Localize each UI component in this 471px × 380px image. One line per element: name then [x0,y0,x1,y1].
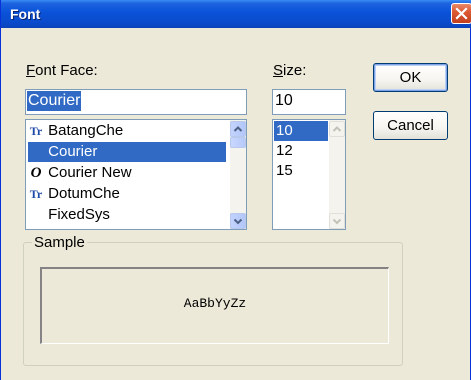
font-face-label: Font Face: [26,62,98,79]
window-title: Font [10,6,41,22]
truetype-icon: Tr [29,187,43,201]
cancel-button[interactable]: Cancel [373,111,448,140]
size-input-value: 10 [275,92,293,109]
size-label: Size: [273,62,307,79]
font-face-option-label: Courier [44,143,98,160]
size-scrollbar[interactable] [329,120,345,229]
close-button[interactable] [451,3,471,24]
font-face-option-label: DotumChe [44,185,120,202]
size-option[interactable]: 12 [274,141,293,161]
scroll-up-button[interactable] [329,121,345,137]
font-face-option[interactable]: FixedSys [28,205,110,225]
chevron-down-icon [233,218,243,225]
font-face-option-label: BatangChe [44,122,124,139]
chevron-up-icon [332,126,342,132]
font-face-option[interactable]: Tr BatangChe [28,121,123,141]
font-face-option[interactable]: Courier [28,142,226,162]
title-bar[interactable]: Font [1,0,471,28]
scroll-up-button[interactable] [230,121,246,137]
chevron-up-icon [233,126,243,132]
font-face-option-label: FixedSys [44,206,110,223]
close-icon [455,7,468,20]
font-dialog: Font Font Face: Courier Tr BatangChe Cou… [0,0,471,380]
size-option[interactable]: 10 [274,121,328,141]
font-face-option[interactable]: Tr DotumChe [28,184,120,204]
font-face-input[interactable]: Courier [25,89,247,115]
truetype-icon: Tr [29,124,43,138]
font-face-input-value: Courier [27,91,82,111]
scroll-thumb[interactable] [230,137,246,148]
sample-label: Sample [32,234,87,251]
font-face-scrollbar[interactable] [230,120,246,229]
scroll-down-button[interactable] [329,213,345,229]
sample-preview: AaBbYyZz [40,267,389,344]
opentype-icon: O [30,165,42,181]
chevron-down-icon [332,218,342,225]
size-list[interactable]: 10 12 15 [272,119,346,230]
scroll-down-button[interactable] [230,213,246,229]
font-face-list[interactable]: Tr BatangChe Courier O Courier New Tr Dotu… [25,119,247,230]
sample-text: AaBbYyZz [183,296,247,311]
font-face-option[interactable]: O Courier New [28,163,132,183]
size-option[interactable]: 15 [274,161,293,181]
font-face-option-label: Courier New [44,164,132,181]
size-input[interactable]: 10 [272,89,346,115]
ok-button[interactable]: OK [373,63,448,92]
